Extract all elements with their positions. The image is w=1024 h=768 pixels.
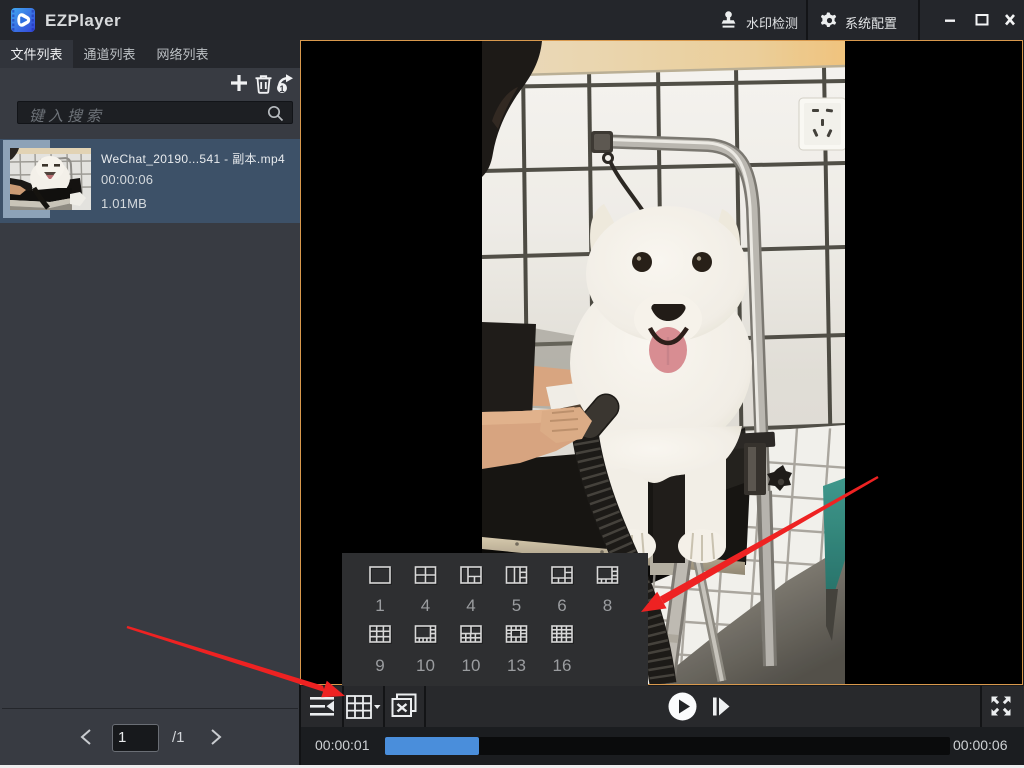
svg-text:1: 1	[279, 84, 284, 94]
